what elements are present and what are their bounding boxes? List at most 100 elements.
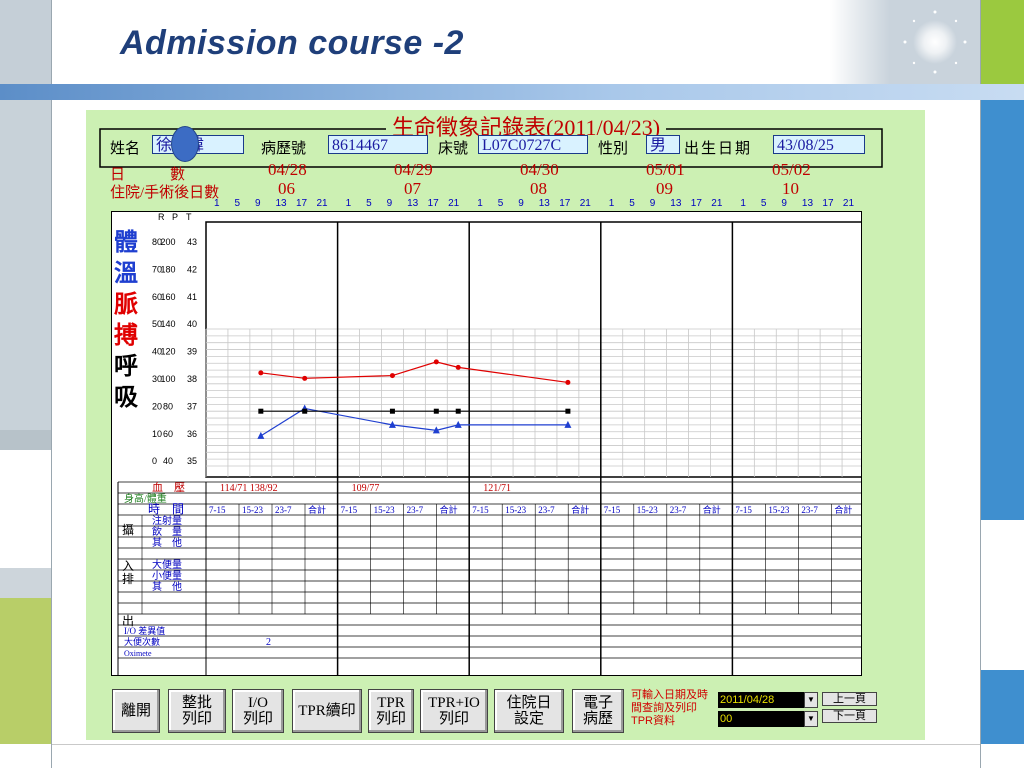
slide-title: Admission course -2 xyxy=(120,24,464,62)
hour-tick: 21 xyxy=(448,198,460,209)
hour-tick: 5 xyxy=(497,198,504,209)
intake-row-label: 其 他 xyxy=(152,536,182,549)
vitals-grid: R P T 體溫脈搏呼吸 80 200 43 70 180 42 60 160 41 50 140 40 40 1… xyxy=(111,211,862,676)
pulse-scale: 180 xyxy=(160,264,175,274)
shift-label: 7-15 xyxy=(604,505,621,515)
dob-field[interactable]: 43/08/25 xyxy=(773,135,865,154)
oximeter-label: Oximete xyxy=(124,649,152,658)
axis-header-label: R xyxy=(158,212,165,222)
admission-date-button[interactable]: 住院日 設定 xyxy=(494,689,564,733)
temp-scale: 42 xyxy=(187,264,197,274)
next-page-button[interactable]: 下一頁 xyxy=(822,709,877,723)
hour-tick: 13 xyxy=(407,198,419,209)
right-decor-column xyxy=(980,0,1024,768)
hour-tick: 21 xyxy=(316,198,328,209)
vertical-label: 脈 xyxy=(114,291,138,318)
shift-label: 15-23 xyxy=(768,505,789,515)
hour-tick: 21 xyxy=(842,198,855,209)
intake-group-label: 攝 xyxy=(122,522,134,537)
pulse-scale: 100 xyxy=(160,374,175,384)
pulse-point xyxy=(433,359,439,365)
tpr-continue-print-button[interactable]: TPR續印 xyxy=(292,689,362,733)
pulse-point xyxy=(455,364,461,370)
pulse-point xyxy=(258,370,264,376)
prev-page-button[interactable]: 上一頁 xyxy=(822,692,877,706)
date-4: 05/01 xyxy=(646,160,685,179)
resp-point xyxy=(455,408,461,414)
bed-label: 床號 xyxy=(438,141,469,157)
temp-scale: 36 xyxy=(187,429,197,439)
temp-scale: 41 xyxy=(187,292,197,302)
resp-scale: 20 xyxy=(152,401,162,411)
day-count-3: 08 xyxy=(530,179,547,198)
shift-label: 23-7 xyxy=(801,505,818,515)
date-3: 04/30 xyxy=(520,160,559,179)
query-date-select[interactable]: 2011/04/28 xyxy=(718,692,818,708)
vertical-label: 體 xyxy=(114,229,138,256)
resp-point xyxy=(302,408,308,414)
sex-field[interactable]: 男 xyxy=(646,135,680,154)
resp-point xyxy=(389,408,395,414)
query-time-select[interactable]: 00 xyxy=(718,711,818,727)
day-count-4: 09 xyxy=(656,179,673,198)
resp-point xyxy=(433,408,439,414)
hour-tick: 17 xyxy=(822,198,834,209)
hour-tick: 13 xyxy=(538,198,550,209)
pulse-scale: 40 xyxy=(163,456,173,466)
shift-label: 7-15 xyxy=(209,505,226,515)
tpr-print-button[interactable]: TPR 列印 xyxy=(368,689,414,733)
shift-label: 7-15 xyxy=(472,505,489,515)
output-row-label: 其 他 xyxy=(152,580,182,593)
bp-value: 114/71 138/92 xyxy=(220,483,278,494)
pulse-point xyxy=(302,375,308,381)
hour-tick: 17 xyxy=(427,198,439,209)
hour-tick: 21 xyxy=(711,198,723,209)
sex-label: 性別 xyxy=(598,141,629,157)
shift-label: 7-15 xyxy=(735,505,752,515)
hour-tick: 13 xyxy=(275,198,287,209)
name-redaction xyxy=(171,126,199,162)
dob-label: 出生日期 xyxy=(684,141,753,157)
shift-label: 合計 xyxy=(440,504,458,515)
shift-label: 15-23 xyxy=(505,505,526,515)
day-row-label: 住院/手術後日數 xyxy=(110,185,220,201)
output-group-label: 排 xyxy=(122,572,134,586)
hour-tick: 17 xyxy=(296,198,308,209)
hour-tick: 1 xyxy=(345,198,352,209)
pulse-scale: 60 xyxy=(163,429,173,439)
io-print-button[interactable]: I/O 列印 xyxy=(232,689,284,733)
vertical-label: 吸 xyxy=(114,385,138,411)
hour-tick: 13 xyxy=(801,198,814,209)
hour-tick: 1 xyxy=(214,198,220,209)
left-decor-column xyxy=(0,0,52,768)
hour-tick: 13 xyxy=(670,198,682,209)
hour-tick: 9 xyxy=(649,198,656,209)
tpr-io-print-button[interactable]: TPR+IO 列印 xyxy=(420,689,488,733)
day-count-1: 06 xyxy=(278,179,295,198)
chart-no-field[interactable]: 8614467 xyxy=(328,135,428,154)
hour-tick: 1 xyxy=(608,198,615,209)
bed-no-field[interactable]: L07C0727C xyxy=(478,135,588,154)
shift-label: 15-23 xyxy=(374,505,395,515)
hour-tick: 17 xyxy=(690,198,702,209)
intake-row-label: 注射量 xyxy=(152,514,182,527)
chevron-down-icon[interactable]: ▼ xyxy=(804,692,818,708)
shift-label: 15-23 xyxy=(637,505,658,515)
pulse-point xyxy=(389,373,395,379)
hour-tick: 5 xyxy=(629,198,635,209)
shift-label: 合計 xyxy=(703,504,721,515)
leave-button[interactable]: 離開 xyxy=(112,689,160,733)
pulse-scale: 80 xyxy=(163,401,173,411)
batch-print-button[interactable]: 整批 列印 xyxy=(168,689,226,733)
chevron-down-icon[interactable]: ▼ xyxy=(804,711,818,727)
vertical-label: 溫 xyxy=(114,260,138,287)
shift-label: 7-15 xyxy=(341,505,358,515)
hour-tick: 21 xyxy=(579,198,591,209)
hour-tick: 1 xyxy=(477,198,483,209)
stool-count-value: 2 xyxy=(266,637,271,648)
hour-tick: 17 xyxy=(559,198,571,209)
emr-button[interactable]: 電子 病歷 xyxy=(572,689,624,733)
pulse-scale: 140 xyxy=(160,319,175,329)
hour-tick: 1 xyxy=(740,198,746,209)
header-divider-bar xyxy=(0,84,1024,100)
